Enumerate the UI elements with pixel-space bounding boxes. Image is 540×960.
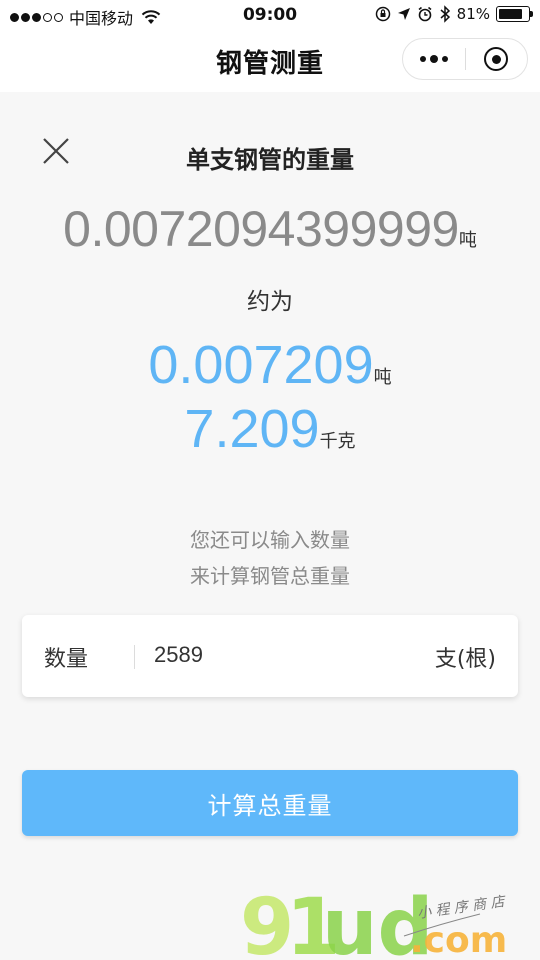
approx-label: 约为 <box>247 289 293 315</box>
calculate-total-button[interactable]: 计算总重量 <box>22 770 518 836</box>
quantity-unit: 支(根) <box>434 647 496 672</box>
weight-ton-unit: 吨 <box>373 367 392 388</box>
result-title: 单支钢管的重量 <box>186 146 354 174</box>
quantity-label: 数量 <box>44 647 89 672</box>
close-target-icon[interactable] <box>465 39 527 79</box>
weight-kg: 7.209千克 <box>0 398 540 460</box>
hint-line-1: 您还可以输入数量 <box>190 528 350 552</box>
raw-weight-unit: 吨 <box>458 230 477 251</box>
battery-fill <box>499 9 522 19</box>
quantity-divider <box>134 645 135 669</box>
watermark-logo: 9 1 ud .com 小 程 序 商 店 <box>240 884 507 960</box>
bluetooth-icon <box>440 5 450 23</box>
quantity-card: 数量 支(根) <box>22 615 518 697</box>
raw-weight: 0.0072094399999吨 <box>0 200 540 258</box>
quantity-input[interactable] <box>152 635 412 675</box>
rotation-lock-icon <box>375 6 390 22</box>
weight-ton: 0.007209吨 <box>0 334 540 396</box>
svg-text:.com: .com <box>410 920 507 960</box>
battery-icon <box>496 6 533 22</box>
weight-kg-value: 7.209 <box>184 399 320 459</box>
weight-kg-unit: 千克 <box>319 431 356 452</box>
hint-text: 您还可以输入数量 来计算钢管总重量 <box>0 522 540 594</box>
hint-line-2: 来计算钢管总重量 <box>190 564 350 588</box>
mini-program-capsule <box>402 38 528 80</box>
status-bar: 中国移动 09:00 81% <box>0 0 540 30</box>
weight-ton-value: 0.007209 <box>148 335 374 395</box>
more-icon[interactable] <box>403 39 465 79</box>
status-right: 81% <box>375 5 533 23</box>
location-icon <box>397 8 410 20</box>
nav-bar: 钢管测重 <box>0 30 540 92</box>
raw-weight-value: 0.0072094399999 <box>63 201 459 257</box>
alarm-icon <box>418 6 432 22</box>
battery-percent: 81% <box>456 5 490 23</box>
